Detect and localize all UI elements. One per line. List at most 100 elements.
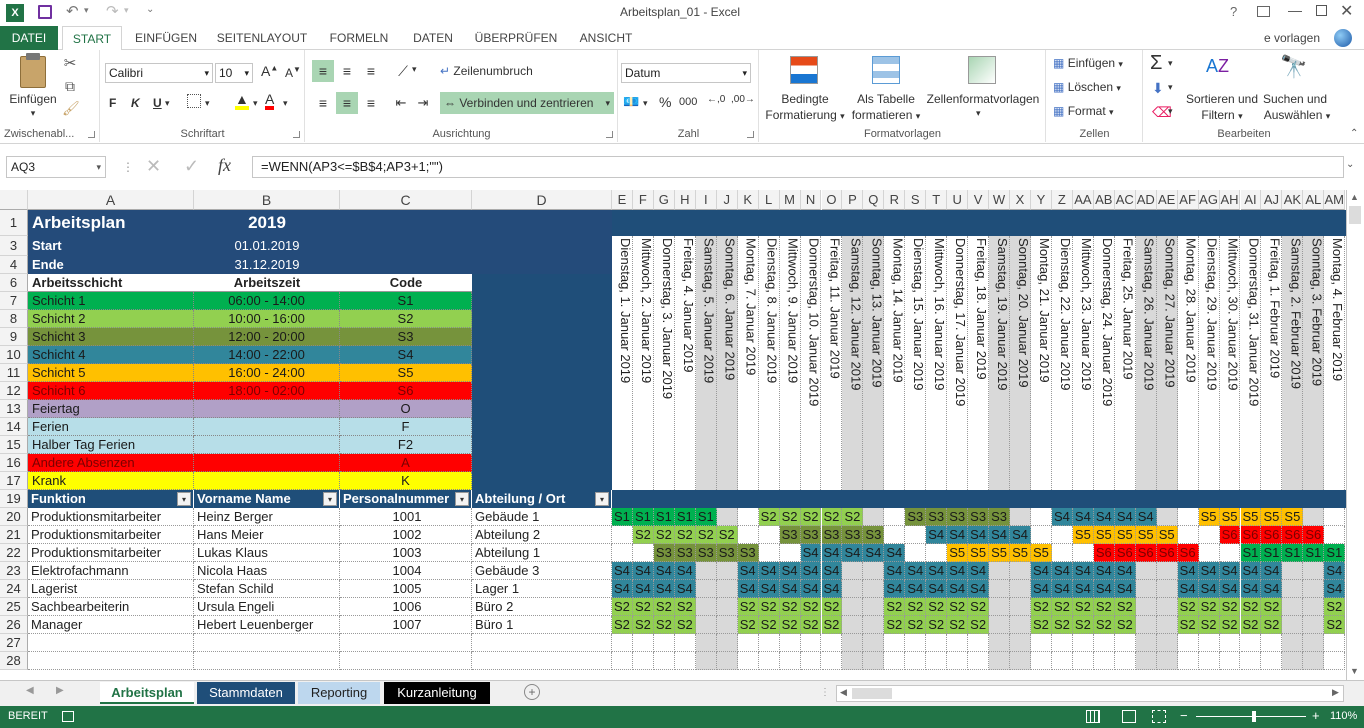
shift-cell[interactable] xyxy=(863,580,885,598)
column-header[interactable]: AL xyxy=(1303,190,1325,210)
shift-cell[interactable]: S2 xyxy=(905,598,927,616)
shift-cell[interactable]: S4 xyxy=(863,544,885,562)
shift-cell[interactable]: S4 xyxy=(1198,580,1220,598)
shift-cell[interactable]: S4 xyxy=(884,580,906,598)
shift-cell[interactable]: S2 xyxy=(1093,616,1115,634)
shift-cell[interactable]: S2 xyxy=(674,598,696,616)
percent-button[interactable]: % xyxy=(659,94,671,110)
shift-cell[interactable]: S1 xyxy=(695,508,717,526)
legend-shift-code[interactable]: F2 xyxy=(340,436,472,454)
name-box[interactable]: AQ3 ▾ xyxy=(6,156,106,178)
find-select-label-1[interactable]: Suchen und xyxy=(1260,92,1330,106)
shift-cell[interactable]: S4 xyxy=(1031,580,1052,598)
row-header[interactable]: 10 xyxy=(0,346,28,364)
filter-dropdown-icon[interactable]: ▾ xyxy=(323,492,337,506)
empty-cell[interactable] xyxy=(1093,652,1115,670)
shift-cell[interactable]: S2 xyxy=(1240,598,1262,616)
page-layout-view-icon[interactable] xyxy=(1122,710,1136,723)
employee-name[interactable]: Nicola Haas xyxy=(194,562,340,580)
employee-function[interactable]: Produktionsmitarbeiter xyxy=(28,508,194,526)
excel-logo-icon[interactable]: X xyxy=(6,4,24,22)
tab-file[interactable]: DATEI xyxy=(0,26,58,50)
shift-cell[interactable] xyxy=(863,598,885,616)
orientation-dropdown-icon[interactable]: ▾ xyxy=(412,64,417,75)
start-date[interactable]: 01.01.2019 xyxy=(194,237,340,255)
empty-cell[interactable] xyxy=(632,634,654,652)
empty-cell[interactable] xyxy=(1031,652,1052,670)
paste-icon[interactable] xyxy=(20,56,46,88)
shift-cell[interactable]: S5 xyxy=(1093,526,1115,544)
borders-icon[interactable] xyxy=(187,94,201,108)
clear-dropdown-icon[interactable]: ▾ xyxy=(1168,106,1173,117)
shift-cell[interactable]: S3 xyxy=(863,526,885,544)
legend-shift-code[interactable]: A xyxy=(340,454,472,472)
row-header[interactable]: 11 xyxy=(0,364,28,382)
shift-cell[interactable] xyxy=(1282,580,1304,598)
shift-cell[interactable]: S4 xyxy=(1072,508,1094,526)
insert-cells-button[interactable]: ▦ Einfügen ▾ xyxy=(1053,56,1141,70)
empty-cell[interactable] xyxy=(842,634,864,652)
shift-cell[interactable] xyxy=(1010,508,1031,526)
shift-cell[interactable] xyxy=(905,526,927,544)
empty-cell[interactable] xyxy=(737,652,759,670)
shift-cell[interactable]: S2 xyxy=(821,616,843,634)
column-header[interactable]: AD xyxy=(1135,190,1157,210)
shift-cell[interactable]: S3 xyxy=(968,508,990,526)
shift-cell[interactable]: S4 xyxy=(758,562,780,580)
shift-cell[interactable]: S2 xyxy=(632,598,654,616)
empty-cell[interactable] xyxy=(1114,652,1136,670)
shift-cell[interactable]: S2 xyxy=(1177,616,1199,634)
accounting-dropdown-icon[interactable]: ▾ xyxy=(643,98,648,109)
shift-cell[interactable]: S2 xyxy=(779,616,801,634)
empty-cell[interactable] xyxy=(905,634,927,652)
shift-cell[interactable] xyxy=(1198,526,1220,544)
shift-cell[interactable] xyxy=(1156,562,1178,580)
empty-cell[interactable] xyxy=(194,652,340,670)
empty-cell[interactable] xyxy=(1072,634,1094,652)
shift-cell[interactable]: S4 xyxy=(884,562,906,580)
format-as-table-label-1[interactable]: Als Tabelle xyxy=(848,92,924,106)
shift-cell[interactable] xyxy=(842,562,864,580)
empty-cell[interactable] xyxy=(926,652,948,670)
shift-cell[interactable] xyxy=(989,598,1011,616)
column-header[interactable]: H xyxy=(674,190,696,210)
employee-department[interactable]: Gebäude 1 xyxy=(472,508,612,526)
shift-cell[interactable] xyxy=(1177,508,1199,526)
sort-filter-label-2[interactable]: Filtern ▾ xyxy=(1184,108,1260,122)
shift-cell[interactable] xyxy=(1031,526,1052,544)
thousands-button[interactable]: 000 xyxy=(679,96,697,108)
filter-dropdown-icon[interactable]: ▾ xyxy=(177,492,191,506)
empty-cell[interactable] xyxy=(695,652,717,670)
shift-cell[interactable]: S4 xyxy=(947,526,969,544)
shift-cell[interactable] xyxy=(1031,508,1052,526)
customize-toolbar-icon[interactable]: ⌄ xyxy=(146,4,154,15)
empty-cell[interactable] xyxy=(1072,652,1094,670)
shift-cell[interactable]: S2 xyxy=(905,616,927,634)
shift-cell[interactable] xyxy=(1135,562,1157,580)
fill-color-icon[interactable]: ▲ xyxy=(235,92,249,110)
shift-cell[interactable]: S4 xyxy=(1114,508,1136,526)
employee-number[interactable]: 1002 xyxy=(340,526,472,544)
row-header[interactable]: 3 xyxy=(0,236,28,256)
shift-cell[interactable]: S1 xyxy=(1303,544,1325,562)
row-header[interactable]: 12 xyxy=(0,382,28,400)
shift-cell[interactable]: S2 xyxy=(716,526,738,544)
shift-cell[interactable] xyxy=(1135,580,1157,598)
zoom-slider-thumb[interactable] xyxy=(1252,711,1256,722)
shift-cell[interactable]: S2 xyxy=(737,616,759,634)
empty-cell[interactable] xyxy=(1303,652,1325,670)
row-header[interactable]: 9 xyxy=(0,328,28,346)
column-header[interactable]: J xyxy=(716,190,738,210)
collapse-ribbon-icon[interactable]: ⌃ xyxy=(1350,128,1358,139)
shift-cell[interactable]: S2 xyxy=(695,526,717,544)
ribbon-display-icon[interactable] xyxy=(1257,6,1270,17)
shift-cell[interactable]: S4 xyxy=(653,580,675,598)
empty-cell[interactable] xyxy=(716,652,738,670)
row-header[interactable]: 14 xyxy=(0,418,28,436)
legend-shift-name[interactable]: Halber Tag Ferien xyxy=(28,436,194,454)
column-header[interactable]: I xyxy=(695,190,717,210)
column-header[interactable]: AB xyxy=(1093,190,1115,210)
column-header[interactable]: M xyxy=(779,190,801,210)
shift-cell[interactable] xyxy=(716,562,738,580)
find-select-icon[interactable]: 🔭 xyxy=(1280,54,1307,80)
